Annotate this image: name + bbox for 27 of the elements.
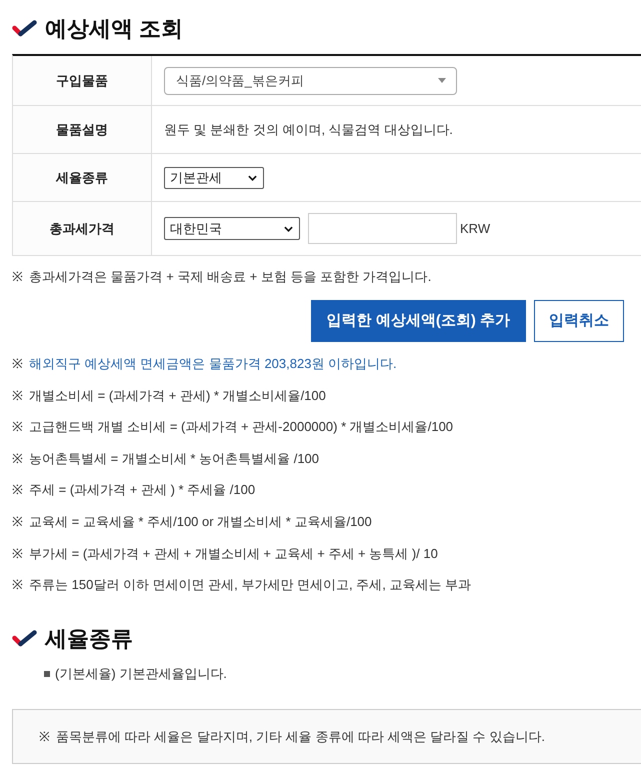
select-field[interactable]: 대한민국	[164, 217, 300, 240]
note-text: ※ 주세 = (과세가격 + 관세 ) * 주세율 /100	[12, 481, 256, 500]
note-text: ※ 고급핸드백 개별 소비세 = (과세가격 + 관세-2000000) * 개별소비세율/100	[12, 418, 454, 436]
rate-text: (기본세율) 기본관세율입니다.	[55, 665, 227, 683]
note-text: ※ 부가세 = (과세가격 + 관세 + 개별소비세 + 교육세 + 주세 + 농특세 )/ 10	[12, 544, 438, 563]
note-text: ※ 해외직구 예상세액 면세금액은 물품가격 203,823원 이하입니다.	[12, 355, 397, 374]
select-field[interactable]: 식품/의약품_볶은커피	[164, 66, 457, 94]
note-text: ※ 주류는 150달러 이하 면세이면 관세, 부가세만 면세이고, 주세, 교육세는 부과	[12, 576, 472, 594]
unit-text: KRW	[460, 220, 490, 238]
select-field[interactable]: 기본관세	[164, 166, 264, 188]
check-mark-icon	[12, 630, 37, 648]
input-field[interactable]	[308, 213, 457, 244]
square-bullet-icon	[44, 670, 50, 677]
chevron-down-icon	[284, 226, 293, 232]
section-title: 예상세액 조회	[45, 14, 184, 42]
chevron-down-icon	[248, 174, 257, 180]
add-button[interactable]: 입력한 예상세액(조회) 추가	[310, 300, 526, 342]
note-text: ※ 개별소비세 = (과세가격 + 관세) * 개별소비세율/100	[12, 386, 326, 405]
note-text: ※ 농어촌특별세 = 개별소비세 * 농어촌특별세율 /100	[12, 450, 320, 468]
caret-down-icon	[438, 78, 446, 83]
description-text: 원두 및 분쇄한 것의 예이며, 식물검역 대상입니다.	[164, 120, 453, 139]
cancel-button[interactable]: 입력취소	[534, 300, 624, 342]
check-mark-icon	[12, 20, 37, 36]
note-text: ※ 교육세 = 교육세율 * 주세/100 or 개별소비세 * 교육세율/100	[12, 513, 372, 532]
note-text: ※ 총과세가격은 물품가격 + 국제 배송료 + 보험 등을 포함한 가격입니다.	[12, 268, 432, 286]
notice-text: ※ 품목분류에 따라 세율은 달라지며, 기타 세율 종류에 따라 세액은 달라질 수 있습니다.	[39, 728, 545, 746]
section-title: 세율종류	[45, 625, 133, 654]
